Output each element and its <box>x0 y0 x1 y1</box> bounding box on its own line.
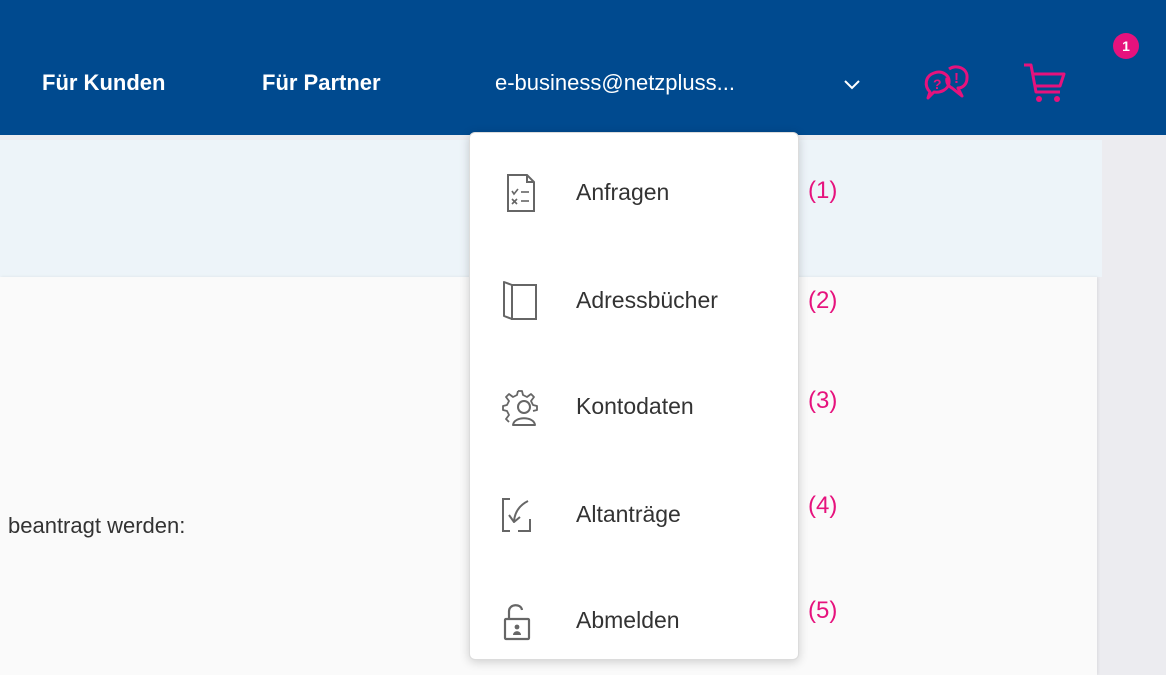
old-requests-icon <box>502 498 531 532</box>
menu-item-label: Kontodaten <box>576 393 694 419</box>
request-list-icon <box>507 174 535 212</box>
shopping-cart-icon[interactable] <box>1022 60 1068 104</box>
menu-item-label: Anfragen <box>576 179 670 205</box>
annotation-label: (4) <box>808 492 838 519</box>
menu-item-label: Altanträge <box>576 501 681 527</box>
user-account-menu[interactable]: e-business@netzpluss... <box>495 70 735 96</box>
annotation-label: (3) <box>808 387 838 414</box>
svg-text:!: ! <box>954 70 959 87</box>
user-dropdown-menu: Anfragen Adressbücher Kontodaten Altantr… <box>469 132 799 660</box>
menu-item-label: Adressbücher <box>576 287 718 313</box>
book-icon <box>503 281 537 320</box>
unlock-icon <box>503 604 531 641</box>
menu-item-abmelden[interactable]: Abmelden <box>470 567 798 671</box>
annotation-label: (2) <box>808 287 838 314</box>
nav-link-fuer-kunden[interactable]: Für Kunden <box>42 70 165 96</box>
cart-count-badge: 1 <box>1113 33 1139 59</box>
menu-item-anfragen[interactable]: Anfragen <box>470 139 798 243</box>
menu-item-adressbuecher[interactable]: Adressbücher <box>470 247 798 351</box>
chevron-down-icon[interactable] <box>840 72 864 96</box>
top-navigation-bar: Für Kunden Für Partner e-business@netzpl… <box>0 0 1166 135</box>
annotation-label: (1) <box>808 177 838 204</box>
menu-item-label: Abmelden <box>576 607 680 633</box>
account-settings-icon <box>502 390 538 426</box>
help-chat-icon[interactable]: ? ! <box>922 60 974 108</box>
nav-link-fuer-partner[interactable]: Für Partner <box>262 70 381 96</box>
content-text: beantragt werden: <box>8 513 186 538</box>
annotation-label: (5) <box>808 597 838 624</box>
menu-item-kontodaten[interactable]: Kontodaten <box>470 353 798 457</box>
svg-text:?: ? <box>933 76 942 92</box>
menu-item-altantraege[interactable]: Altanträge <box>470 461 798 565</box>
